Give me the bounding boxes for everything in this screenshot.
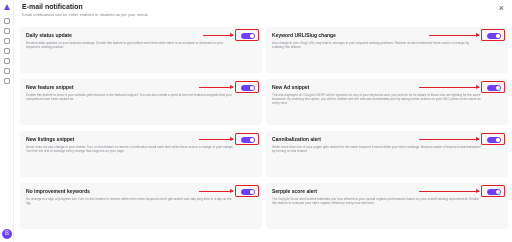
card-description: The Serpple Score alert feature intimate… (272, 197, 480, 206)
annotation-arrow (419, 189, 480, 193)
annotation-arrow (199, 189, 234, 193)
sidebar-rail: B (0, 0, 14, 242)
card-description: Never miss out any change in your review… (26, 145, 234, 154)
annotation-arrow (419, 137, 480, 141)
card-no-improvement-keywords: No improvement keywords No change is a s… (20, 183, 262, 229)
list-icon[interactable] (4, 38, 10, 44)
email-notification-modal: E-mail notification Email notifications … (16, 0, 512, 242)
annotation-arrow (429, 33, 480, 37)
keyword-url-toggle[interactable] (487, 33, 501, 39)
card-cannibalization-alert: Cannibalization alert When more than one… (266, 131, 508, 177)
daily-status-toggle[interactable] (241, 33, 255, 39)
settings-icon[interactable] (4, 78, 10, 84)
annotation-highlight (481, 185, 505, 197)
annotation-highlight (481, 81, 505, 93)
close-icon[interactable]: × (499, 4, 504, 13)
annotation-arrow (199, 137, 234, 141)
toggle-knob (250, 138, 254, 142)
annotation-arrow (199, 85, 234, 89)
card-description: When more than one of your pages gets ra… (272, 145, 481, 154)
card-description: No change is a sign of progress too! Tur… (26, 197, 232, 206)
card-keyword-url-slug-change: Keyword URL/Slug change Any change in yo… (266, 27, 508, 73)
card-new-feature-snippet: New feature snippet Enable this feature … (20, 79, 262, 125)
card-serpple-score-alert: Serpple score alert The Serpple Score al… (266, 183, 508, 229)
card-description: Any change in your Slug/ URL may lead to… (272, 41, 470, 50)
annotation-arrow (419, 85, 480, 89)
avatar[interactable]: B (2, 229, 12, 239)
no-improvement-keywords-toggle[interactable] (241, 189, 255, 195)
user-icon[interactable] (4, 68, 10, 74)
card-new-listings-snippet: New listings snippet Never miss out any … (20, 131, 262, 177)
card-new-ad-snippet: New Ad snippet The ads displayed on Goog… (266, 79, 508, 125)
toggle-knob (250, 190, 254, 194)
annotation-highlight (235, 29, 259, 41)
toggle-knob (496, 190, 500, 194)
card-title: Daily status update (26, 33, 72, 39)
bell-icon[interactable] (4, 58, 10, 64)
toggle-knob (496, 34, 500, 38)
toggle-knob (496, 86, 500, 90)
annotation-highlight (235, 185, 259, 197)
key-icon[interactable] (4, 28, 10, 34)
card-title: New feature snippet (26, 85, 74, 91)
home-icon[interactable] (4, 18, 10, 24)
toggle-knob (496, 138, 500, 142)
annotation-highlight (481, 133, 505, 145)
page-subtitle: Email notifications can be either enable… (22, 12, 149, 17)
annotation-highlight (235, 81, 259, 93)
serpple-score-alert-toggle[interactable] (487, 189, 501, 195)
new-listings-snippet-toggle[interactable] (241, 137, 255, 143)
card-description: The ads displayed on Google's SERP will … (272, 93, 481, 106)
toggle-knob (250, 34, 254, 38)
page-title: E-mail notification (22, 4, 83, 11)
chart-icon[interactable] (4, 48, 10, 54)
card-title: New listings snippet (26, 137, 75, 143)
cannibalization-alert-toggle[interactable] (487, 137, 501, 143)
card-description: Receive daily updates on your keyword ra… (26, 41, 223, 50)
card-daily-status-update: Daily status update Receive daily update… (20, 27, 262, 73)
card-title: Keyword URL/Slug change (272, 33, 336, 39)
card-title: Serpple score alert (272, 189, 318, 195)
annotation-arrow (203, 33, 234, 37)
card-title: Cannibalization alert (272, 137, 321, 143)
new-feature-snippet-toggle[interactable] (241, 85, 255, 91)
logo-icon[interactable] (3, 3, 11, 11)
new-ad-snippet-toggle[interactable] (487, 85, 501, 91)
annotation-highlight (481, 29, 505, 41)
card-title: No improvement keywords (26, 189, 90, 195)
toggle-knob (250, 86, 254, 90)
card-description: Enable this feature to know if your webs… (26, 93, 232, 102)
annotation-highlight (235, 133, 259, 145)
card-title: New Ad snippet (272, 85, 310, 91)
